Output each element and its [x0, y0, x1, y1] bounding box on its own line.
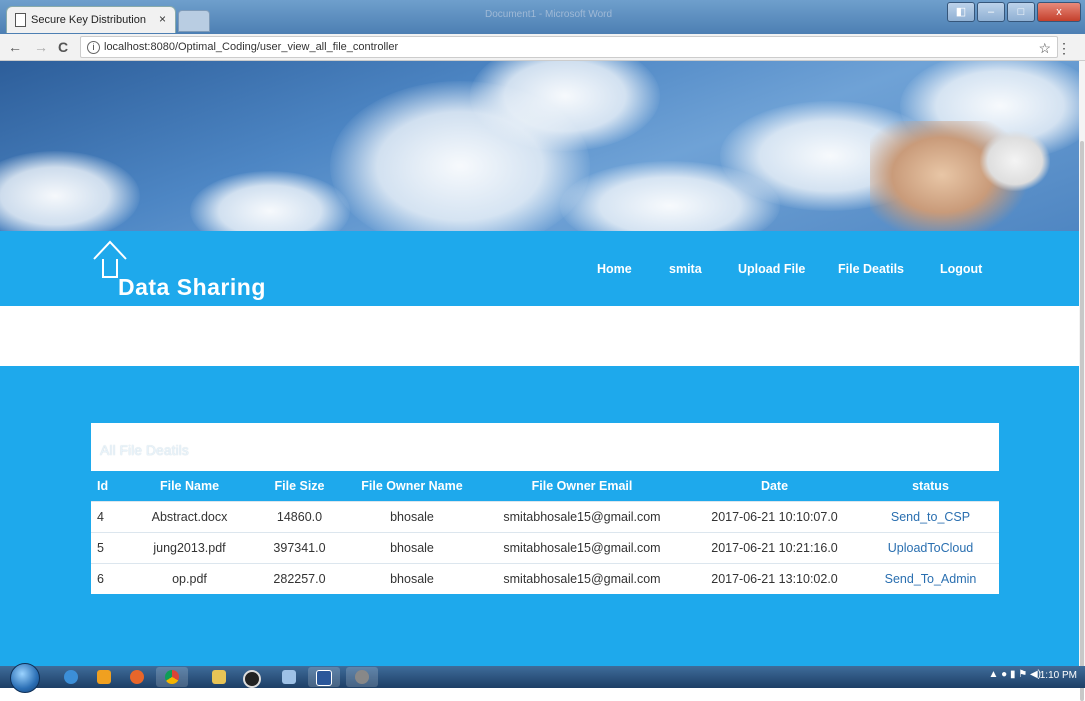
browser-tab-strip: Secure Key Distribution × Document1 - Mi…: [0, 0, 1085, 34]
start-button[interactable]: [10, 663, 40, 693]
cell-owner-email: smitabhosale15@gmail.com: [477, 532, 687, 564]
file-details-panel: All File Deatils Id File Name File Size …: [91, 423, 999, 598]
page-icon: [15, 13, 26, 27]
table-row: 5 jung2013.pdf 397341.0 bhosale smitabho…: [91, 532, 999, 564]
minimize-button[interactable]: –: [977, 2, 1005, 22]
address-bar-row: ← → C i localhost:8080/Optimal_Coding/use…: [0, 34, 1085, 61]
bookmark-star-icon[interactable]: ☆: [1038, 38, 1051, 58]
firefox-icon[interactable]: [121, 667, 153, 687]
cell-owner-email: smitabhosale15@gmail.com: [477, 501, 687, 533]
reload-icon[interactable]: C: [58, 39, 68, 55]
col-owner-email: File Owner Email: [477, 471, 687, 502]
pen-tool-icon[interactable]: [273, 667, 305, 687]
app-icon[interactable]: [236, 667, 268, 688]
settings-icon[interactable]: [346, 667, 378, 687]
chrome-icon[interactable]: [156, 667, 188, 687]
maximize-button[interactable]: □: [1007, 2, 1035, 22]
url-text: localhost:8080/Optimal_Coding/user_view_…: [104, 41, 399, 53]
cell-owner-name: bhosale: [347, 501, 477, 533]
col-file-name: File Name: [127, 471, 252, 502]
cell-id: 5: [91, 532, 127, 564]
hero-banner-image: [0, 61, 1085, 231]
address-input[interactable]: i localhost:8080/Optimal_Coding/user_view…: [80, 36, 1071, 58]
info-icon[interactable]: i: [87, 40, 100, 54]
nav-logout[interactable]: Logout: [940, 262, 982, 276]
browser-tab[interactable]: Secure Key Distribution ×: [6, 6, 176, 33]
cell-owner-name: bhosale: [347, 563, 477, 594]
cell-file-name: op.pdf: [127, 563, 252, 594]
nav-upload-file[interactable]: Upload File: [738, 262, 805, 276]
col-id: Id: [91, 471, 127, 502]
nav-file-details[interactable]: File Deatils: [838, 262, 904, 276]
table-header-row: Id File Name File Size File Owner Name F…: [91, 471, 999, 502]
cell-owner-name: bhosale: [347, 532, 477, 564]
windows-taskbar: ▲ ● ▮ ⚑ ◀) 1:10 PM: [0, 663, 1085, 693]
cell-file-size: 397341.0: [252, 532, 347, 564]
nav-home[interactable]: Home: [597, 262, 632, 276]
logo-text: Data Sharing: [118, 274, 266, 300]
media-player-icon[interactable]: [88, 667, 120, 687]
panel-title: All File Deatils: [100, 442, 189, 458]
col-status: status: [862, 471, 999, 502]
site-header: Data Sharing Home smita Upload File File…: [0, 231, 1085, 306]
new-tab-button[interactable]: [178, 10, 210, 32]
col-file-size: File Size: [252, 471, 347, 502]
close-window-button[interactable]: x: [1037, 2, 1081, 22]
table-row: 6 op.pdf 282257.0 bhosale smitabhosale15…: [91, 563, 999, 594]
cell-owner-email: smitabhosale15@gmail.com: [477, 563, 687, 594]
browser-menu-icon[interactable]: ⋮: [1057, 38, 1071, 58]
panel-header: All File Deatils: [91, 423, 999, 471]
cell-date: 2017-06-21 10:21:16.0: [687, 532, 862, 564]
table-row: 4 Abstract.docx 14860.0 bhosale smitabho…: [91, 501, 999, 533]
page-scrollbar[interactable]: [1079, 61, 1085, 701]
cell-file-size: 14860.0: [252, 501, 347, 533]
cell-id: 4: [91, 501, 127, 533]
cell-file-name: Abstract.docx: [127, 501, 252, 533]
word-icon[interactable]: [308, 667, 340, 687]
window-title: Document1 - Microsoft Word: [485, 9, 613, 20]
system-tray-icons[interactable]: ▲ ● ▮ ⚑ ◀): [988, 669, 1041, 680]
cell-status-link[interactable]: Send_to_CSP: [862, 501, 999, 533]
cell-file-name: jung2013.pdf: [127, 532, 252, 564]
cell-date: 2017-06-21 13:10:02.0: [687, 563, 862, 594]
file-table: Id File Name File Size File Owner Name F…: [91, 471, 999, 594]
nav-user[interactable]: smita: [669, 262, 702, 276]
clock[interactable]: 1:10 PM: [1040, 670, 1077, 681]
cell-date: 2017-06-21 10:10:07.0: [687, 501, 862, 533]
window-controls: ◧ – □ x: [947, 2, 1081, 22]
window-switch-button[interactable]: ◧: [947, 2, 975, 22]
cell-file-size: 282257.0: [252, 563, 347, 594]
cell-status-link[interactable]: UploadToCloud: [862, 532, 999, 564]
internet-explorer-icon[interactable]: [55, 667, 87, 687]
forward-icon[interactable]: →: [34, 39, 48, 55]
cell-status-link[interactable]: Send_To_Admin: [862, 563, 999, 594]
back-icon[interactable]: ←: [8, 39, 22, 55]
col-owner-name: File Owner Name: [347, 471, 477, 502]
cell-id: 6: [91, 563, 127, 594]
explorer-folder-icon[interactable]: [203, 667, 235, 687]
tab-title: Secure Key Distribution: [31, 14, 146, 26]
scrollbar-thumb[interactable]: [1080, 141, 1084, 701]
tab-close-icon[interactable]: ×: [159, 12, 166, 26]
col-date: Date: [687, 471, 862, 502]
